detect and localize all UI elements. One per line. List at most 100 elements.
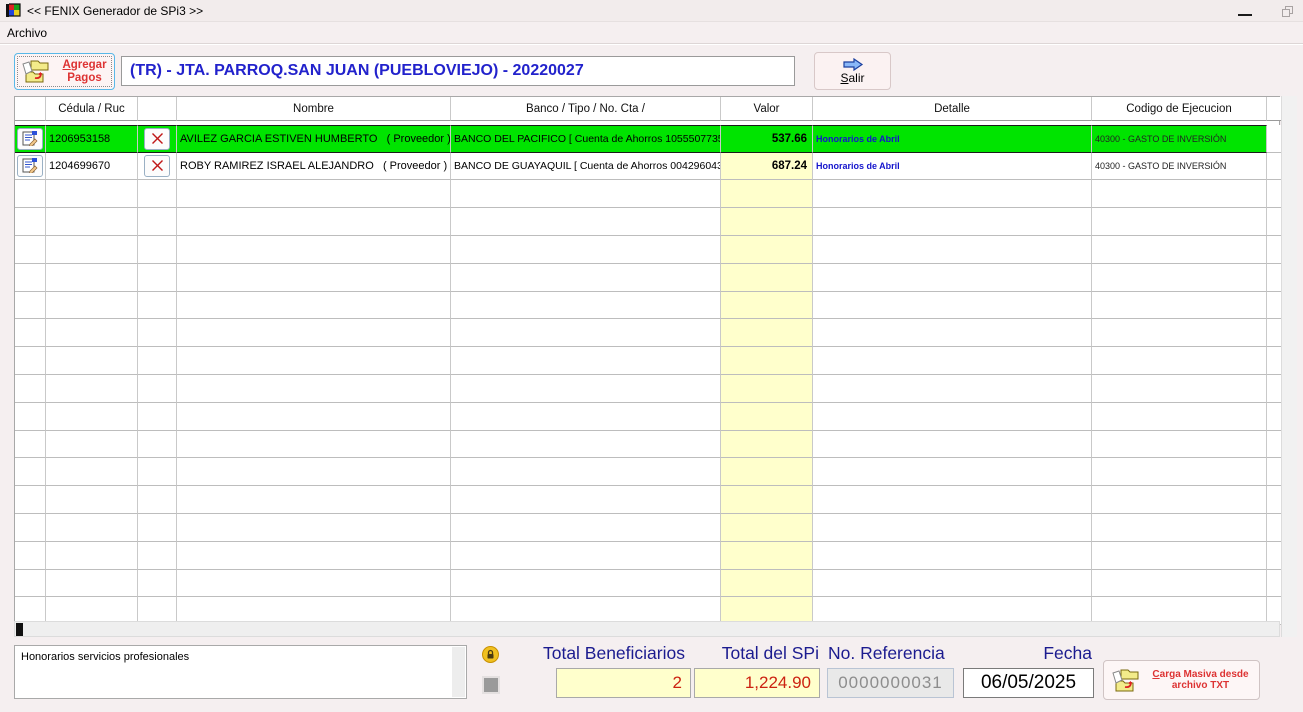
- edit-row-button[interactable]: [17, 127, 43, 150]
- empty-cell-cedula: [46, 208, 138, 236]
- empty-cell-btn: [15, 430, 46, 459]
- total-spi-label: Total del SPi: [721, 643, 819, 663]
- empty-cell-btn: [15, 235, 46, 264]
- empty-cell-filler: [1267, 235, 1281, 264]
- cell-banco[interactable]: BANCO DE GUAYAQUIL [ Cuenta de Ahorros 0…: [451, 152, 721, 181]
- descripcion-textarea[interactable]: Honorarios servicios profesionales: [14, 645, 467, 699]
- delete-x-icon: [151, 160, 163, 172]
- grid: Cédula / Ruc Nombre Banco / Tipo / No. Cta…: [14, 96, 1281, 626]
- scrollbar-thumb[interactable]: [16, 623, 23, 636]
- column-header-cedula: Cédula / Ruc: [46, 97, 138, 121]
- cell-codigo[interactable]: 40300 - GASTO DE INVERSIÓN: [1092, 152, 1267, 181]
- empty-cell-banco: [451, 319, 721, 348]
- fenix-app-icon: [6, 3, 21, 17]
- empty-cell-codigo: [1092, 291, 1267, 320]
- empty-cell-detalle: [813, 235, 1092, 264]
- empty-cell-filler: [1267, 291, 1281, 320]
- empty-cell-cedula: [46, 430, 138, 459]
- empty-cell-filler: [1267, 486, 1281, 514]
- cell-valor[interactable]: 537.66: [721, 124, 813, 153]
- empty-cell-detalle: [813, 486, 1092, 514]
- agregar-pagos-label: Agregar Pagos: [62, 59, 107, 84]
- empty-cell-cedula: [46, 402, 138, 431]
- toolbar-separator: [0, 43, 1303, 45]
- cell-detalle[interactable]: Honorarios de Abril: [813, 124, 1092, 153]
- empty-cell-nombre: [177, 402, 451, 431]
- empty-cell-filler: [1267, 402, 1281, 431]
- empty-cell-valor: [721, 541, 813, 570]
- empty-cell-codigo: [1092, 347, 1267, 375]
- empty-cell-cedula: [46, 374, 138, 403]
- menu-item-archivo[interactable]: Archivo: [0, 24, 54, 42]
- cell-del[interactable]: [138, 124, 177, 153]
- empty-cell-btn: [15, 402, 46, 431]
- empty-cell-detalle: [813, 569, 1092, 598]
- cell-filler[interactable]: [1267, 124, 1281, 153]
- empty-cell-banco: [451, 486, 721, 514]
- empty-cell-codigo: [1092, 458, 1267, 487]
- grid-vertical-scrollbar[interactable]: [1281, 96, 1297, 637]
- empty-cell-nombre: [177, 291, 451, 320]
- empty-cell-valor: [721, 458, 813, 487]
- empty-cell-nombre: [177, 569, 451, 598]
- cell-filler[interactable]: [1267, 152, 1281, 181]
- column-header-filler: [1267, 97, 1281, 121]
- cell-valor[interactable]: 687.24: [721, 152, 813, 181]
- empty-cell-btn: [15, 486, 46, 514]
- empty-cell-banco: [451, 180, 721, 209]
- salir-button[interactable]: Salir: [814, 52, 891, 90]
- empty-cell-btn: [15, 263, 46, 292]
- restore-icon[interactable]: [1282, 5, 1293, 17]
- window-title: << FENIX Generador de SPi3 >>: [27, 3, 204, 18]
- empty-cell-btn: [15, 291, 46, 320]
- empty-cell-del: [138, 208, 177, 236]
- empty-cell-nombre: [177, 374, 451, 403]
- bulk-load-folder-icon: [1112, 669, 1139, 691]
- empty-cell-del: [138, 374, 177, 403]
- carga-masiva-label: Carga Masiva desde archivo TXT: [1152, 668, 1249, 692]
- grid-horizontal-scrollbar[interactable]: [14, 621, 1280, 637]
- empty-cell-nombre: [177, 235, 451, 264]
- fecha-field[interactable]: 06/05/2025: [963, 668, 1094, 698]
- textarea-scrollbar[interactable]: [452, 647, 465, 697]
- agregar-pagos-button[interactable]: Agregar Pagos: [14, 53, 115, 90]
- minimize-icon[interactable]: [1238, 14, 1252, 16]
- delete-x-icon: [151, 133, 163, 145]
- cell-banco[interactable]: BANCO DEL PACIFICO [ Cuenta de Ahorros 1…: [451, 124, 721, 153]
- entity-title-input[interactable]: [121, 56, 795, 86]
- cell-codigo[interactable]: 40300 - GASTO DE INVERSIÓN: [1092, 124, 1267, 153]
- empty-cell-banco: [451, 402, 721, 431]
- cell-btn[interactable]: [15, 152, 46, 181]
- carga-masiva-button[interactable]: Carga Masiva desde archivo TXT: [1103, 660, 1260, 700]
- empty-cell-detalle: [813, 458, 1092, 487]
- empty-cell-valor: [721, 291, 813, 320]
- cell-cedula[interactable]: 1204699670: [46, 152, 138, 181]
- empty-cell-del: [138, 402, 177, 431]
- referencia-field: 0000000031: [827, 668, 954, 698]
- empty-cell-btn: [15, 208, 46, 236]
- cell-btn[interactable]: [15, 124, 46, 153]
- empty-cell-codigo: [1092, 235, 1267, 264]
- empty-cell-del: [138, 319, 177, 348]
- empty-cell-banco: [451, 291, 721, 320]
- delete-row-button[interactable]: [144, 154, 170, 177]
- empty-cell-valor: [721, 208, 813, 236]
- empty-cell-detalle: [813, 319, 1092, 348]
- empty-cell-nombre: [177, 180, 451, 209]
- cell-nombre[interactable]: AVILEZ GARCIA ESTIVEN HUMBERTO ( Proveed…: [177, 124, 451, 153]
- empty-cell-nombre: [177, 263, 451, 292]
- empty-cell-valor: [721, 402, 813, 431]
- edit-row-button[interactable]: [17, 154, 43, 177]
- empty-cell-cedula: [46, 235, 138, 264]
- cell-nombre[interactable]: ROBY RAMIREZ ISRAEL ALEJANDRO ( Proveedo…: [177, 152, 451, 181]
- empty-cell-btn: [15, 180, 46, 209]
- cell-detalle[interactable]: Honorarios de Abril: [813, 152, 1092, 181]
- empty-cell-btn: [15, 374, 46, 403]
- menubar: Archivo: [0, 23, 1303, 43]
- empty-cell-codigo: [1092, 208, 1267, 236]
- delete-row-button[interactable]: [144, 127, 170, 150]
- cell-cedula[interactable]: 1206953158: [46, 124, 138, 153]
- cell-del[interactable]: [138, 152, 177, 181]
- titlebar: << FENIX Generador de SPi3 >>: [0, 0, 1303, 22]
- empty-cell-valor: [721, 513, 813, 542]
